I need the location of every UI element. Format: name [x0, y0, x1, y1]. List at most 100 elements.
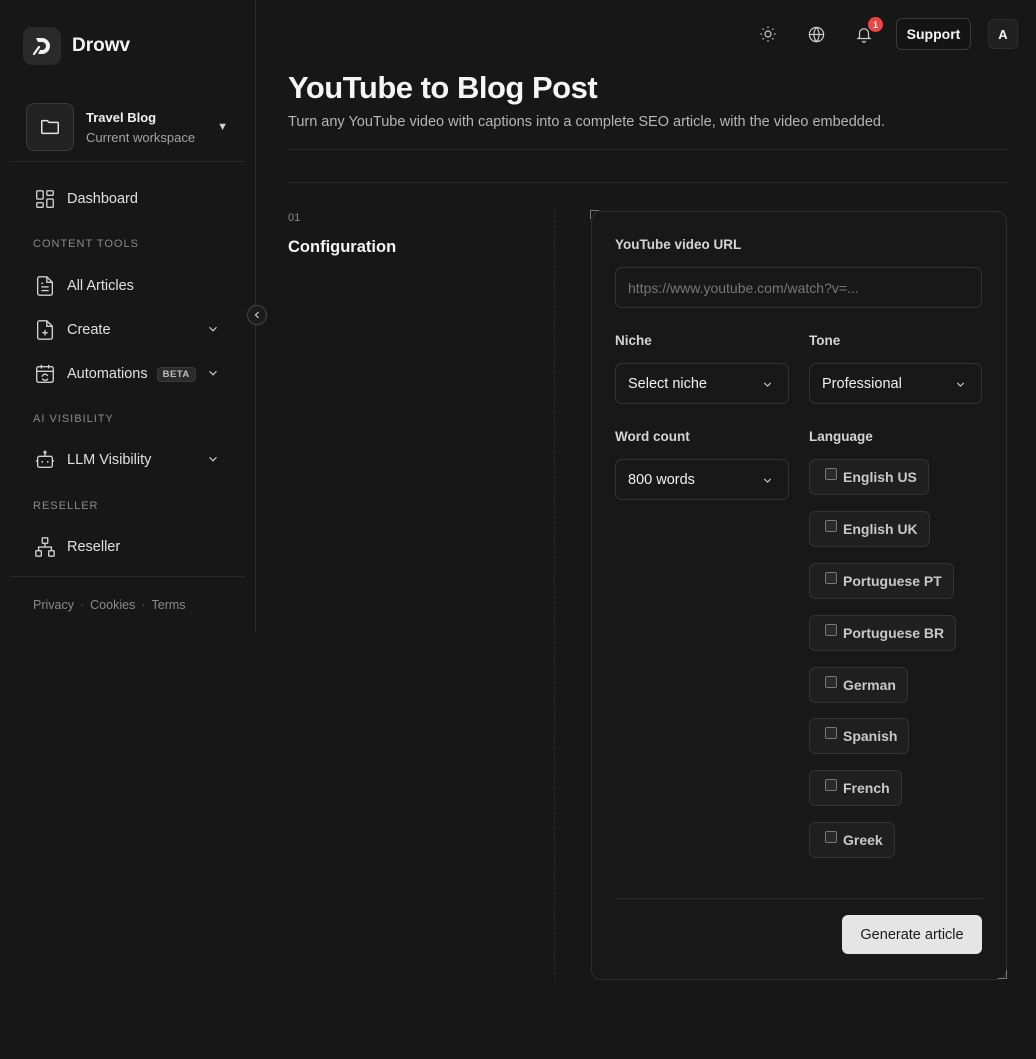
- sidebar-divider: [10, 576, 245, 577]
- sidebar-item-label: Reseller: [67, 539, 121, 555]
- sidebar-item-dashboard[interactable]: Dashboard: [33, 186, 223, 212]
- notification-count-badge: 1: [868, 17, 883, 32]
- word-count-value: 800 words: [628, 471, 695, 488]
- word-count-select[interactable]: 800 words: [615, 459, 789, 500]
- step-number: 01: [288, 212, 301, 224]
- language-option-portuguese-pt[interactable]: Portuguese PT: [809, 563, 954, 599]
- sidebar-footer: Privacy · Cookies · Terms: [33, 598, 186, 612]
- notifications-button[interactable]: 1: [852, 17, 883, 46]
- sidebar: Drowv Travel Blog Current workspace ▼ Da…: [0, 0, 256, 632]
- step-divider: [554, 210, 555, 980]
- url-label: YouTube video URL: [615, 237, 742, 252]
- tone-value: Professional: [822, 375, 902, 392]
- chevron-down-icon: [761, 474, 774, 491]
- chevron-down-icon[interactable]: [206, 452, 220, 471]
- language-option-label: German: [843, 677, 896, 693]
- language-option-english-uk[interactable]: English UK: [809, 511, 930, 547]
- language-checkbox[interactable]: [825, 727, 837, 739]
- file-plus-icon: [33, 318, 57, 342]
- workspace-name: Travel Blog: [86, 109, 157, 125]
- language-option-label: English UK: [843, 521, 918, 537]
- language-option-label: French: [843, 780, 890, 796]
- language-option-spanish[interactable]: Spanish: [809, 718, 910, 754]
- chevron-down-icon[interactable]: [206, 322, 220, 341]
- brand[interactable]: Drowv: [23, 27, 130, 65]
- tone-select[interactable]: Professional: [809, 363, 982, 404]
- language-option-portuguese-br[interactable]: Portuguese BR: [809, 615, 957, 651]
- niche-select[interactable]: Select niche: [615, 363, 789, 404]
- language-option-greek[interactable]: Greek: [809, 822, 895, 858]
- language-checkbox[interactable]: [825, 624, 837, 636]
- brand-name: Drowv: [72, 35, 131, 56]
- card-divider: [615, 898, 983, 899]
- file-text-icon: [33, 274, 57, 298]
- language-option-german[interactable]: German: [809, 667, 908, 703]
- language-option-label: Greek: [843, 832, 883, 848]
- privacy-link[interactable]: Privacy: [33, 598, 74, 612]
- step-title: Configuration: [288, 238, 397, 256]
- tone-label: Tone: [809, 333, 841, 348]
- section-label-content-tools: CONTENT TOOLS: [33, 238, 139, 250]
- theme-toggle-button[interactable]: [756, 22, 780, 46]
- caret-down-icon: ▼: [217, 121, 228, 133]
- sidebar-divider: [10, 161, 245, 162]
- sidebar-item-label: All Articles: [67, 278, 134, 294]
- sidebar-item-reseller[interactable]: Reseller: [33, 534, 223, 560]
- support-button[interactable]: Support: [896, 18, 971, 50]
- section-label-reseller: RESELLER: [33, 500, 99, 512]
- calendar-sync-icon: [33, 362, 57, 386]
- workspace-subtitle: Current workspace: [86, 129, 196, 145]
- language-checkbox[interactable]: [825, 572, 837, 584]
- workspace-switcher[interactable]: Travel Blog Current workspace ▼: [26, 103, 238, 151]
- resize-handle[interactable]: [998, 970, 1007, 979]
- sidebar-item-label: Automations: [67, 366, 148, 382]
- terms-link[interactable]: Terms: [152, 598, 186, 612]
- drowv-logo-icon: [23, 27, 61, 65]
- globe-icon: [808, 26, 824, 43]
- language-button[interactable]: [804, 22, 828, 46]
- divider: [288, 182, 1008, 183]
- language-checkbox[interactable]: [825, 676, 837, 688]
- bot-icon: [33, 448, 57, 472]
- language-option-label: Portuguese PT: [843, 573, 942, 589]
- generate-article-button[interactable]: Generate article: [842, 915, 982, 954]
- chevron-down-icon: [761, 378, 774, 395]
- cookies-link[interactable]: Cookies: [90, 598, 135, 612]
- avatar[interactable]: A: [988, 19, 1018, 49]
- language-checkbox[interactable]: [825, 468, 837, 480]
- dashboard-icon: [33, 187, 57, 211]
- niche-value: Select niche: [628, 375, 707, 392]
- separator: ·: [141, 598, 146, 612]
- language-label: Language: [809, 429, 873, 444]
- collapse-sidebar-button[interactable]: [247, 305, 267, 325]
- language-option-english-us[interactable]: English US: [809, 459, 929, 495]
- niche-label: Niche: [615, 333, 652, 348]
- corner-marker: [590, 210, 599, 219]
- page-title: YouTube to Blog Post: [288, 70, 598, 105]
- sidebar-item-automations[interactable]: Automations BETA: [33, 361, 223, 387]
- sidebar-item-all-articles[interactable]: All Articles: [33, 273, 223, 299]
- folder-icon: [26, 103, 74, 151]
- language-checkbox[interactable]: [825, 520, 837, 532]
- sidebar-item-label: Dashboard: [67, 191, 138, 207]
- language-checkbox[interactable]: [825, 831, 837, 843]
- section-label-ai-visibility: AI VISIBILITY: [33, 413, 114, 425]
- language-option-label: English US: [843, 469, 917, 485]
- separator: ·: [79, 598, 85, 612]
- language-option-french[interactable]: French: [809, 770, 902, 806]
- beta-badge: BETA: [156, 366, 196, 382]
- chevron-left-icon: [254, 311, 259, 319]
- chevron-down-icon[interactable]: [206, 366, 220, 385]
- network-icon: [33, 535, 57, 559]
- page-subtitle: Turn any YouTube video with captions int…: [288, 114, 885, 130]
- youtube-url-input[interactable]: [615, 267, 982, 308]
- language-checkbox[interactable]: [825, 779, 837, 791]
- divider: [288, 149, 1008, 150]
- chevron-down-icon: [954, 378, 967, 395]
- word-count-label: Word count: [615, 429, 690, 444]
- sidebar-item-create[interactable]: Create: [33, 317, 223, 343]
- sidebar-item-label: LLM Visibility: [67, 452, 152, 468]
- sidebar-item-llm-visibility[interactable]: LLM Visibility: [33, 447, 223, 473]
- language-option-label: Portuguese BR: [843, 625, 945, 641]
- language-option-label: Spanish: [843, 728, 898, 744]
